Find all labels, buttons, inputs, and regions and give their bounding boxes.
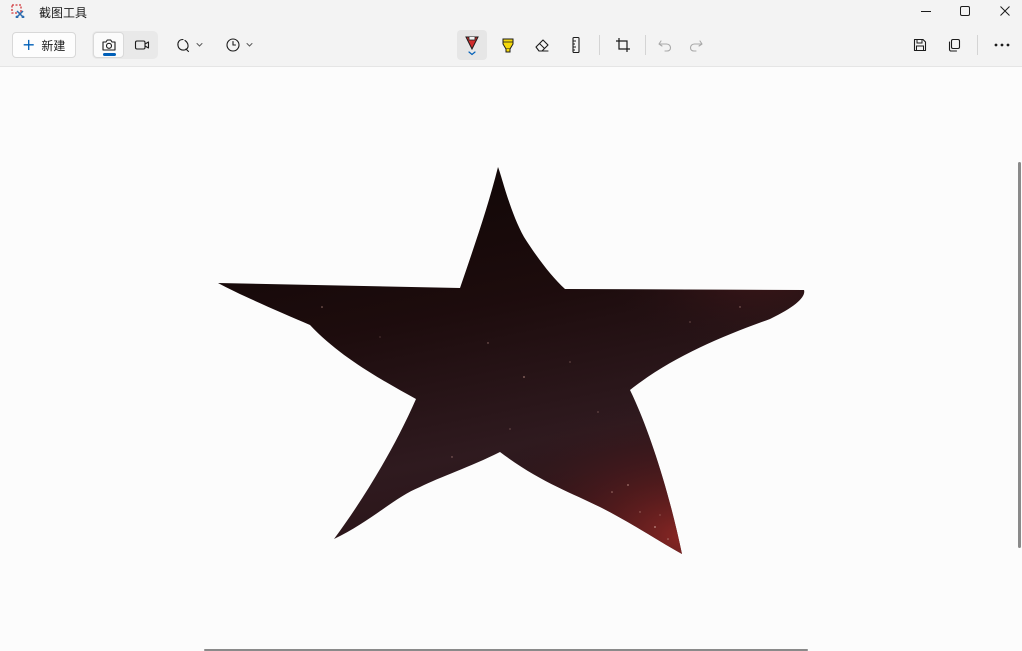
save-icon (913, 38, 927, 52)
close-button[interactable] (985, 0, 1022, 22)
more-icon (994, 43, 1010, 47)
eraser-icon (535, 39, 549, 52)
ruler-button[interactable] (563, 32, 589, 58)
crop-icon (616, 38, 630, 52)
ballpoint-pen-button[interactable] (457, 30, 487, 60)
video-camera-icon (134, 40, 149, 50)
maximize-button[interactable] (945, 0, 985, 22)
title-bar: 截图工具 (0, 0, 1022, 22)
minimize-button[interactable] (906, 0, 946, 22)
timer-icon (226, 38, 253, 52)
toolbar-separator (977, 35, 978, 55)
eraser-button[interactable] (528, 32, 556, 58)
undo-icon (658, 40, 672, 52)
highlighter-icon (502, 38, 514, 53)
plus-icon: + (22, 35, 36, 54)
toolbar: + 新建 (0, 22, 1022, 67)
copy-button[interactable] (941, 32, 967, 58)
ruler-icon (572, 36, 580, 54)
video-mode-button[interactable] (126, 32, 157, 58)
freeform-snip-icon (177, 38, 203, 53)
active-mode-indicator (103, 53, 116, 56)
crop-button[interactable] (609, 32, 637, 58)
vertical-scrollbar[interactable] (1018, 162, 1021, 548)
new-button[interactable]: + 新建 (12, 32, 76, 58)
snipping-tool-icon (11, 4, 25, 18)
screenshot-mode-button[interactable] (93, 32, 124, 58)
star-snip-image (218, 167, 805, 554)
redo-button[interactable] (683, 32, 709, 58)
maximize-icon (960, 6, 970, 16)
highlighter-button[interactable] (494, 32, 522, 58)
redo-icon (689, 40, 703, 52)
snip-shape-dropdown[interactable] (171, 32, 209, 58)
new-label: 新建 (41, 38, 66, 53)
undo-button[interactable] (652, 32, 678, 58)
camera-icon (101, 39, 116, 51)
app-title: 截图工具 (39, 6, 88, 20)
toolbar-separator (599, 35, 600, 55)
more-options-button[interactable] (988, 32, 1016, 58)
toolbar-separator (645, 35, 646, 55)
save-button[interactable] (907, 32, 933, 58)
close-icon (1000, 6, 1010, 16)
pen-icon (465, 36, 479, 56)
delay-dropdown[interactable] (221, 32, 259, 58)
snip-canvas[interactable] (0, 67, 1022, 651)
minimize-icon (921, 11, 931, 12)
copy-icon (948, 38, 961, 52)
snipping-tool-window: 截图工具 + 新建 (0, 0, 1022, 651)
capture-mode-group (92, 31, 158, 59)
